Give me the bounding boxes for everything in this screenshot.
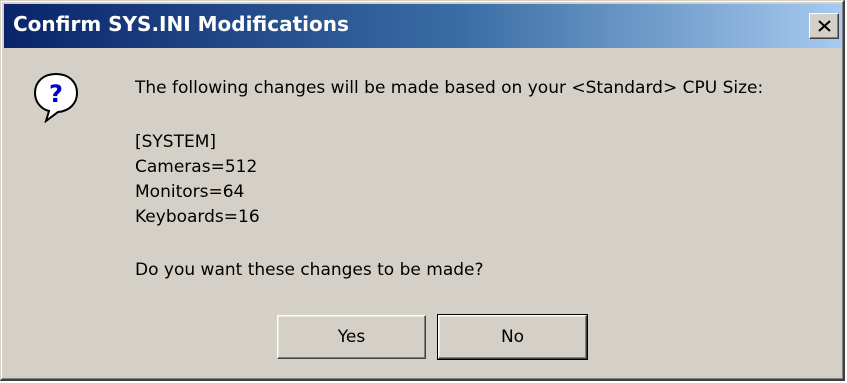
setting-line-cameras: Cameras=512 bbox=[135, 157, 258, 177]
title-bar[interactable]: Confirm SYS.INI Modifications bbox=[4, 4, 842, 48]
setting-line-monitors: Monitors=64 bbox=[135, 182, 245, 202]
confirm-dialog: Confirm SYS.INI Modifications ? The foll… bbox=[0, 0, 845, 381]
question-icon: ? bbox=[33, 72, 79, 123]
question-glyph: ? bbox=[49, 80, 63, 108]
message-intro: The following changes will be made based… bbox=[135, 78, 764, 98]
confirm-question: Do you want these changes to be made? bbox=[135, 260, 484, 280]
close-icon bbox=[818, 20, 831, 32]
window-title: Confirm SYS.INI Modifications bbox=[13, 12, 349, 36]
message-section: [SYSTEM] bbox=[135, 132, 217, 152]
no-button[interactable]: No bbox=[437, 314, 588, 360]
setting-line-keyboards: Keyboards=16 bbox=[135, 207, 260, 227]
close-button[interactable] bbox=[809, 13, 839, 39]
yes-button[interactable]: Yes bbox=[277, 315, 426, 359]
